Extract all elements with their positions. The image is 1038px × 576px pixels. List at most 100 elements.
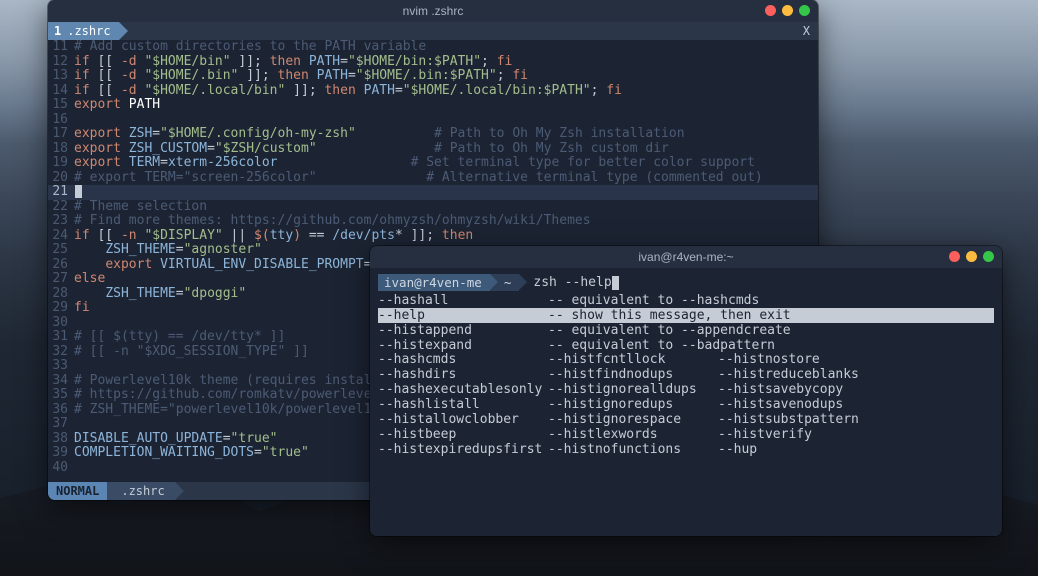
completion-item[interactable]: --hashall-- equivalent to --hashcmds [378, 293, 994, 308]
code-text: if [[ -d "$HOME/.local/bin" ]]; then PAT… [74, 84, 818, 98]
tab-filename: .zshrc [67, 24, 110, 38]
completion-column: --hashcmds--hashdirs--hashexecutablesonl… [378, 353, 548, 458]
line-number: 30 [48, 316, 74, 330]
completion-item[interactable]: --histignorespace [548, 413, 718, 428]
completion-item[interactable]: --histfcntllock [548, 353, 718, 368]
line-number: 25 [48, 243, 74, 257]
completion-item[interactable]: --histbeep [378, 428, 548, 443]
completion-item[interactable]: --histsavenodups [718, 398, 888, 413]
line-number: 14 [48, 84, 74, 98]
prompt-user: ivan@r4ven-me [378, 274, 490, 291]
code-text: export PATH [74, 98, 818, 112]
completion-item[interactable]: --histfindnodups [548, 368, 718, 383]
completion-item[interactable]: --histsavebycopy [718, 383, 888, 398]
completion-item[interactable]: --histexpand-- equivalent to --badpatter… [378, 338, 994, 353]
tab-close-button[interactable]: X [795, 22, 818, 40]
text-cursor-icon [612, 276, 619, 290]
code-line: 17export ZSH="$HOME/.config/oh-my-zsh" #… [48, 127, 818, 142]
completion-item[interactable]: --histnofunctions [548, 443, 718, 458]
line-number: 24 [48, 229, 74, 243]
completion-item[interactable]: --histignoredups [548, 398, 718, 413]
nvim-titlebar[interactable]: nvim .zshrc [48, 0, 818, 22]
line-number: 11 [48, 40, 74, 54]
completion-option: --help [378, 309, 548, 323]
completion-column: --histfcntllock--histfindnodups--histign… [548, 353, 718, 458]
completion-description: -- equivalent to --hashcmds [548, 294, 994, 308]
code-text: if [[ -n "$DISPLAY" || $(tty) == /dev/pt… [74, 229, 818, 243]
line-number: 31 [48, 330, 74, 344]
line-number: 37 [48, 417, 74, 431]
minimize-icon[interactable] [782, 5, 793, 16]
code-line: 15export PATH [48, 98, 818, 113]
completion-item[interactable]: --help-- show this message, then exit [378, 308, 994, 323]
completion-item[interactable]: --histexpiredupsfirst [378, 443, 548, 458]
completion-item[interactable]: --histlexwords [548, 428, 718, 443]
line-number: 19 [48, 156, 74, 170]
nvim-tab[interactable]: 1 .zshrc [48, 22, 119, 40]
cursor-icon [75, 185, 82, 198]
code-line: 11# Add custom directories to the PATH v… [48, 40, 818, 55]
close-icon[interactable] [765, 5, 776, 16]
command-input[interactable]: zsh --help [519, 274, 618, 291]
completion-item[interactable]: --histverify [718, 428, 888, 443]
line-number: 16 [48, 113, 74, 127]
completion-option: --histappend [378, 324, 548, 338]
maximize-icon[interactable] [799, 5, 810, 16]
code-text: if [[ -d "$HOME/.bin" ]]; then PATH="$HO… [74, 69, 818, 83]
completion-item[interactable]: --histreduceblanks [718, 368, 888, 383]
nvim-tabbar: 1 .zshrc X [48, 22, 818, 40]
code-text: # Add custom directories to the PATH var… [74, 40, 818, 54]
line-number: 34 [48, 374, 74, 388]
line-number: 39 [48, 446, 74, 460]
completion-item[interactable]: --hashlistall [378, 398, 548, 413]
window-controls [765, 5, 810, 16]
line-number: 15 [48, 98, 74, 112]
line-number: 13 [48, 69, 74, 83]
completion-item[interactable]: --histignorealldups [548, 383, 718, 398]
line-number: 29 [48, 301, 74, 315]
line-number: 22 [48, 200, 74, 214]
code-line: 23# Find more themes: https://github.com… [48, 214, 818, 229]
code-line: 20# export TERM="screen-256color" # Alte… [48, 171, 818, 186]
status-filename: .zshrc [107, 482, 174, 500]
code-text: # export TERM="screen-256color" # Altern… [74, 171, 818, 185]
completion-item[interactable]: --histnostore [718, 353, 888, 368]
line-number: 12 [48, 55, 74, 69]
line-number: 35 [48, 388, 74, 402]
completion-item[interactable]: --histallowclobber [378, 413, 548, 428]
code-text: # Find more themes: https://github.com/o… [74, 214, 818, 228]
code-text: # Theme selection [74, 200, 818, 214]
minimize-icon[interactable] [966, 251, 977, 262]
completion-option: --histexpand [378, 339, 548, 353]
line-number: 36 [48, 403, 74, 417]
completion-item[interactable]: --hashdirs [378, 368, 548, 383]
line-number: 18 [48, 142, 74, 156]
completion-item[interactable]: --histsubstpattern [718, 413, 888, 428]
code-line: 22# Theme selection [48, 200, 818, 215]
completion-description: -- show this message, then exit [548, 309, 994, 323]
code-line: 13if [[ -d "$HOME/.bin" ]]; then PATH="$… [48, 69, 818, 84]
completion-option: --hashall [378, 294, 548, 308]
code-line: 19export TERM=xterm-256color # Set termi… [48, 156, 818, 171]
close-icon[interactable] [949, 251, 960, 262]
maximize-icon[interactable] [983, 251, 994, 262]
mode-indicator: NORMAL [48, 482, 107, 500]
completion-item[interactable]: --hashcmds [378, 353, 548, 368]
completion-menu[interactable]: --hashall-- equivalent to --hashcmds--he… [378, 293, 994, 458]
code-text: export ZSH="$HOME/.config/oh-my-zsh" # P… [74, 127, 818, 141]
line-number: 17 [48, 127, 74, 141]
code-line: 24if [[ -n "$DISPLAY" || $(tty) == /dev/… [48, 229, 818, 244]
terminal-body[interactable]: ivan@r4ven-me ~ zsh --help --hashall-- e… [370, 268, 1002, 536]
code-text: export TERM=xterm-256color # Set termina… [74, 156, 818, 170]
code-line: 16 [48, 113, 818, 128]
code-line: 12if [[ -d "$HOME/bin" ]]; then PATH="$H… [48, 55, 818, 70]
completion-description: -- equivalent to --appendcreate [548, 324, 994, 338]
terminal-titlebar[interactable]: ivan@r4ven-me:~ [370, 246, 1002, 268]
completion-item[interactable]: --histappend-- equivalent to --appendcre… [378, 323, 994, 338]
line-number: 27 [48, 272, 74, 286]
tab-number: 1 [54, 24, 61, 38]
completion-item[interactable]: --hashexecutablesonly [378, 383, 548, 398]
line-number: 23 [48, 214, 74, 228]
completion-item[interactable]: --hup [718, 443, 888, 458]
completion-description: -- equivalent to --badpattern [548, 339, 994, 353]
